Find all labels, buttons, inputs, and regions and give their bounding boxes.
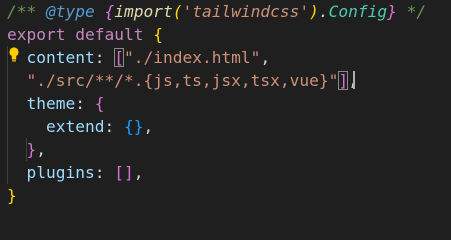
code-line-7[interactable]: }, — [7, 138, 47, 161]
code-line-8[interactable]: plugins: [], — [7, 161, 144, 184]
code-token: [ — [114, 48, 124, 67]
code-token: { — [104, 2, 115, 21]
code-token: 'tailwindcss' — [182, 2, 310, 21]
code-line-4[interactable]: "./src/**/*.{js,ts,jsx,tsx,vue}"], — [7, 69, 358, 92]
code-token: } — [7, 186, 17, 205]
code-token: export — [7, 25, 66, 44]
code-token: extend — [45, 117, 105, 136]
code-token: } — [387, 2, 397, 21]
code-token: , — [36, 140, 46, 159]
code-token: ( — [172, 2, 183, 21]
code-line-1[interactable]: /** @type {import('tailwindcss').Config}… — [7, 0, 426, 23]
code-token: [] — [114, 163, 134, 182]
code-token: "./index.html" — [123, 48, 261, 67]
code-token: : — [94, 48, 115, 67]
code-line-2[interactable]: export default { — [7, 23, 163, 46]
code-token: : — [104, 117, 124, 136]
code-token: @type — [45, 2, 95, 21]
code-token: , — [143, 117, 154, 136]
lightbulb-icon[interactable] — [9, 46, 19, 66]
code-token: { — [94, 94, 105, 113]
code-line-6[interactable]: extend: {}, — [7, 115, 153, 138]
code-token: , — [260, 48, 271, 67]
code-token: default — [75, 25, 144, 44]
code-token: . — [318, 2, 329, 21]
code-token: /** — [7, 2, 46, 21]
code-token: , — [133, 163, 144, 182]
code-line-3[interactable]: content: ["./index.html", — [7, 46, 270, 69]
code-token: plugins — [26, 163, 95, 182]
code-token: : — [75, 94, 95, 113]
code-token: {} — [123, 117, 144, 136]
code-token: ) — [309, 2, 319, 21]
code-line-5[interactable]: theme: { — [7, 92, 105, 115]
text-cursor — [353, 71, 355, 89]
code-token: content — [26, 48, 95, 67]
code-token: "./src/**/*.{js,ts,jsx,tsx,vue}" — [26, 71, 339, 90]
code-line-9[interactable]: } — [7, 184, 17, 207]
code-token: theme — [26, 94, 76, 113]
code-token: Config — [328, 2, 388, 21]
code-token: } — [26, 140, 37, 159]
code-token: : — [94, 163, 115, 182]
code-editor[interactable]: /** @type {import('tailwindcss').Config}… — [0, 0, 451, 224]
code-token: import — [114, 2, 173, 21]
code-token: */ — [396, 2, 427, 21]
code-token: { — [153, 25, 163, 44]
code-token: ] — [338, 71, 349, 90]
